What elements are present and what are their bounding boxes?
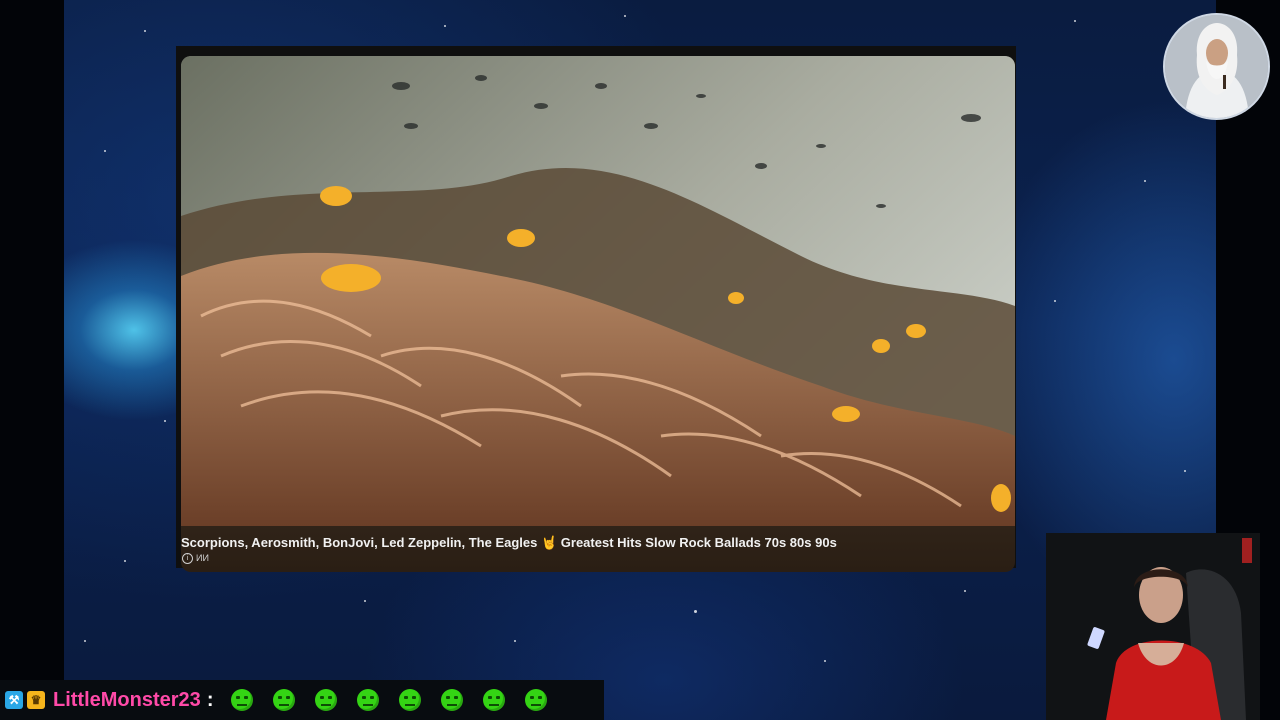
info-icon: i	[182, 552, 193, 564]
video-title: Scorpions, Aerosmith, BonJovi, Led Zeppe…	[181, 535, 837, 550]
green-smiley-emote-icon	[357, 689, 380, 711]
ai-generated-label[interactable]: i ИИ	[182, 552, 209, 564]
green-smiley-emote-icon	[441, 689, 464, 711]
video-player[interactable]	[181, 56, 1015, 572]
streamer-avatar-cam	[1163, 13, 1270, 120]
green-smiley-emote-icon	[525, 689, 548, 711]
chat-message-bar: ⚒ ♛ LittleMonster23 :	[0, 680, 604, 720]
video-panel: Scorpions, Aerosmith, BonJovi, Led Zeppe…	[176, 46, 1016, 572]
green-smiley-emote-icon	[483, 689, 506, 711]
green-smiley-emote-icon	[399, 689, 422, 711]
coral-reef-video-frame	[181, 56, 1015, 526]
green-smiley-emote-icon	[315, 689, 338, 711]
chat-separator: :	[206, 688, 214, 711]
green-smiley-emote-icon	[273, 689, 296, 711]
chat-username[interactable]: LittleMonster23	[53, 689, 201, 712]
crown-badge-icon: ♛	[27, 691, 45, 709]
left-black-border	[0, 0, 64, 720]
wizard-avatar-icon	[1165, 15, 1268, 118]
ai-label-text: ИИ	[196, 553, 209, 563]
hammer-badge-icon: ⚒	[5, 691, 23, 709]
webcam-overlay	[1046, 533, 1260, 720]
webcam-feed	[1046, 533, 1260, 720]
green-smiley-emote-icon	[231, 689, 254, 711]
